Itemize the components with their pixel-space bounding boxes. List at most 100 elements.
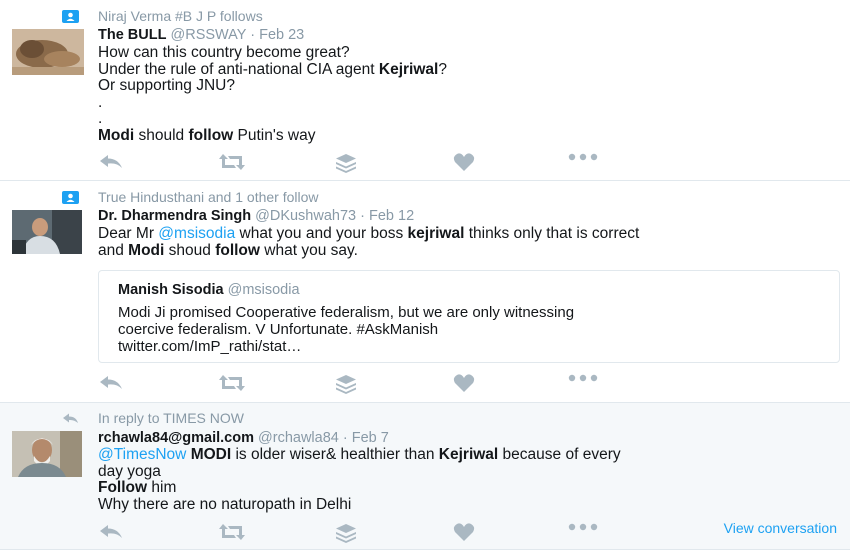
tweet-header: The BULL @RSSWAY · Feb 23 bbox=[98, 27, 305, 43]
tweet-author-handle[interactable]: @rchawla84 bbox=[258, 430, 339, 446]
tweet-text-line: @TimesNow MODI is older wiser& healthier… bbox=[98, 446, 838, 464]
like-button[interactable] bbox=[453, 523, 475, 541]
avatar[interactable] bbox=[12, 431, 82, 477]
retweet-icon bbox=[219, 375, 245, 391]
tweet-author-name[interactable]: The BULL bbox=[98, 27, 166, 43]
tweet-text-fragment: should bbox=[134, 126, 189, 144]
highlighted-keyword: follow bbox=[188, 126, 234, 144]
tweet-text-line: Modi should follow Putin's way bbox=[98, 126, 838, 145]
tweet-text-fragment: ? bbox=[438, 60, 447, 78]
more-button[interactable] bbox=[568, 153, 598, 161]
more-icon bbox=[568, 153, 598, 161]
like-button[interactable] bbox=[453, 153, 475, 171]
retweet-button[interactable] bbox=[218, 523, 246, 541]
tweet-context-text: True Hindusthani and 1 other follow bbox=[98, 189, 319, 205]
quoted-tweet[interactable]: Manish Sisodia @msisodia Modi Ji promise… bbox=[98, 270, 840, 363]
tweet-text-fragment: what you and your boss bbox=[235, 225, 408, 242]
quoted-author-name: Manish Sisodia bbox=[118, 282, 224, 298]
tweet-text-fragment: Why there are no naturopath in Delhi bbox=[98, 495, 352, 513]
tweet-text-fragment: thinks only that is correct bbox=[464, 225, 640, 242]
tweet[interactable]: Niraj Verma #B J P follows The BULL @RSS… bbox=[0, 0, 850, 181]
tweet-text-fragment: Putin's way bbox=[233, 126, 316, 144]
tweet-text-line: Dear Mr @msisodia what you and your boss… bbox=[98, 225, 838, 243]
layers-icon bbox=[336, 375, 356, 394]
tweet-text-line: Follow him bbox=[98, 479, 838, 497]
layers-icon bbox=[336, 524, 356, 543]
reply-icon bbox=[100, 376, 122, 389]
tweet-text-line: . bbox=[98, 94, 838, 112]
stack-button[interactable] bbox=[335, 153, 357, 173]
highlighted-keyword: Follow bbox=[98, 479, 148, 497]
tweet-date[interactable]: Feb 12 bbox=[369, 208, 414, 224]
tweet-text: @TimesNow MODI is older wiser& healthier… bbox=[98, 446, 838, 514]
quoted-line: Modi Ji promised Cooperative federalism,… bbox=[118, 304, 575, 321]
stack-button[interactable] bbox=[335, 523, 357, 543]
reply-icon bbox=[100, 525, 122, 538]
tweet-text: Dear Mr @msisodia what you and your boss… bbox=[98, 225, 838, 260]
tweet-text-fragment: what you say. bbox=[259, 241, 358, 259]
tweet-text-fragment: . bbox=[98, 110, 103, 128]
tweet[interactable]: In reply to TIMES NOW rchawla84@gmail.co… bbox=[0, 403, 850, 550]
highlighted-keyword: follow bbox=[215, 241, 260, 259]
more-button[interactable] bbox=[568, 523, 598, 531]
reply-icon bbox=[63, 413, 78, 423]
tweet-text-fragment: How can this country become great? bbox=[98, 44, 350, 61]
tweet-text-line: How can this country become great? bbox=[98, 44, 838, 62]
tweet-author-handle[interactable]: @RSSWAY bbox=[171, 27, 247, 43]
quoted-author-handle: @msisodia bbox=[227, 282, 300, 298]
quoted-link[interactable]: twitter.com/ImP_rathi/stat… bbox=[118, 338, 828, 355]
tweet-text-fragment: day yoga bbox=[98, 462, 161, 480]
tweet-text-fragment: him bbox=[147, 479, 177, 497]
reply-button[interactable] bbox=[98, 374, 124, 392]
tweet-text-fragment: and bbox=[98, 241, 129, 259]
reply-button[interactable] bbox=[98, 523, 124, 541]
tweet-text-fragment: is older wiser& healthier than bbox=[231, 446, 439, 463]
heart-icon bbox=[453, 153, 475, 171]
like-button[interactable] bbox=[453, 374, 475, 392]
tweet[interactable]: True Hindusthani and 1 other follow Dr. … bbox=[0, 181, 850, 403]
tweet-text-line: Why there are no naturopath in Delhi bbox=[98, 495, 838, 514]
quoted-line: coercive federalism. V Unfortunate. #Ask… bbox=[118, 321, 439, 338]
highlighted-keyword: kejriwal bbox=[407, 225, 465, 242]
tweet-text-fragment: Dear Mr bbox=[98, 225, 159, 242]
quoted-tweet-text: Modi Ji promised Cooperative federalism,… bbox=[118, 304, 828, 355]
mention-link[interactable]: @TimesNow bbox=[98, 446, 186, 463]
person-follow-icon bbox=[62, 190, 79, 204]
layers-icon bbox=[336, 154, 356, 173]
tweet-context: True Hindusthani and 1 other follow bbox=[62, 189, 319, 205]
tweet-author-handle[interactable]: @DKushwah73 bbox=[255, 208, 356, 224]
tweet-context: Niraj Verma #B J P follows bbox=[62, 8, 263, 24]
tweet-author-name[interactable]: rchawla84@gmail.com bbox=[98, 430, 254, 446]
tweet-author-name[interactable]: Dr. Dharmendra Singh bbox=[98, 208, 251, 224]
tweet-date[interactable]: Feb 23 bbox=[259, 27, 304, 43]
quoted-tweet-header: Manish Sisodia @msisodia bbox=[118, 282, 300, 298]
avatar[interactable] bbox=[12, 210, 82, 254]
avatar[interactable] bbox=[12, 29, 84, 75]
retweet-button[interactable] bbox=[218, 153, 246, 171]
tweet-text-line: day yoga bbox=[98, 462, 838, 481]
tweet-text-fragment: shoud bbox=[164, 241, 216, 259]
heart-icon bbox=[453, 523, 475, 541]
tweet-context-text: In reply to TIMES NOW bbox=[98, 410, 244, 426]
reply-button[interactable] bbox=[98, 153, 124, 171]
highlighted-keyword: Modi bbox=[98, 126, 135, 144]
highlighted-keyword: Kejriwal bbox=[438, 446, 499, 463]
tweet-text-fragment: because of every bbox=[498, 446, 621, 463]
retweet-button[interactable] bbox=[218, 374, 246, 392]
tweet-date[interactable]: Feb 7 bbox=[352, 430, 389, 446]
tweet-context: In reply to TIMES NOW bbox=[62, 410, 244, 426]
retweet-icon bbox=[219, 154, 245, 170]
tweet-header: rchawla84@gmail.com @rchawla84 · Feb 7 bbox=[98, 430, 389, 446]
highlighted-keyword: Modi bbox=[128, 241, 165, 259]
tweet-text: How can this country become great? Under … bbox=[98, 44, 838, 145]
view-conversation-link[interactable]: View conversation bbox=[724, 520, 837, 536]
reply-icon bbox=[100, 155, 122, 168]
more-icon bbox=[568, 374, 598, 382]
heart-icon bbox=[453, 374, 475, 392]
stack-button[interactable] bbox=[335, 374, 357, 394]
tweet-text-line: and Modi shoud follow what you say. bbox=[98, 241, 838, 260]
person-follow-icon bbox=[62, 9, 79, 23]
more-button[interactable] bbox=[568, 374, 598, 382]
mention-link[interactable]: @msisodia bbox=[158, 225, 235, 242]
tweet-context-text: Niraj Verma #B J P follows bbox=[98, 8, 263, 24]
